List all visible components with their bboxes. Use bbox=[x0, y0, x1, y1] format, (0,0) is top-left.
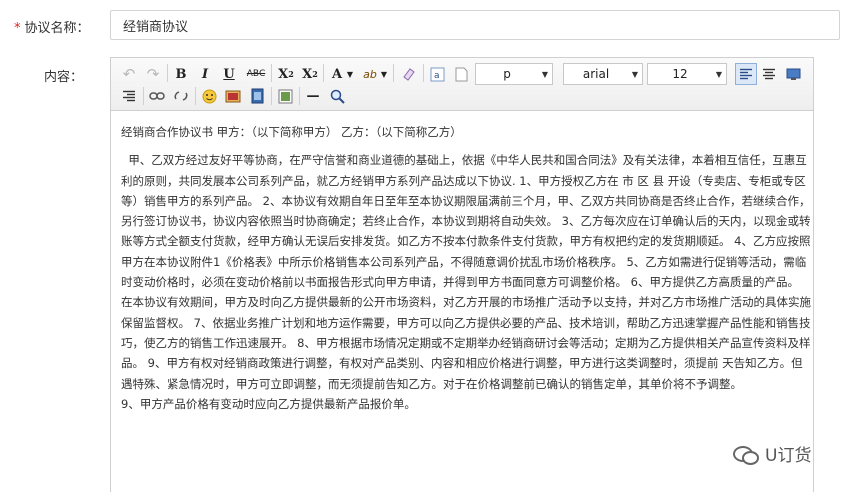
watermark: U订货 bbox=[733, 441, 811, 466]
protocol-name-row: * 协议名称： bbox=[0, 0, 856, 52]
undo-icon[interactable]: ↶ bbox=[119, 64, 139, 84]
toolbar-separator bbox=[423, 64, 424, 82]
font-size-value: 12 bbox=[672, 67, 688, 81]
paragraph-format-select[interactable]: p ▼ bbox=[475, 63, 553, 85]
agreement-body-paragraph: 甲、乙双方经过友好平等协商，在严守信誉和商业道德的基础上，依据《中华人民共和国合… bbox=[121, 153, 811, 391]
subscript-mark: 2 bbox=[312, 69, 318, 79]
editor-toolbar: ↶ ↷ B I U ABC X2 X2 A ▼ ab ▼ a p ▼ arial ▼… bbox=[111, 58, 813, 111]
superscript-button[interactable]: X2 bbox=[275, 64, 297, 84]
toolbar-separator bbox=[143, 87, 144, 105]
watermark-text: U订货 bbox=[765, 446, 812, 466]
search-replace-icon[interactable] bbox=[327, 86, 347, 106]
toolbar-separator bbox=[393, 64, 394, 82]
horizontal-rule-icon[interactable]: — bbox=[303, 86, 323, 106]
align-center-icon[interactable] bbox=[759, 64, 779, 84]
protocol-name-label-text: 协议名称： bbox=[24, 21, 90, 36]
redo-icon[interactable]: ↷ bbox=[143, 64, 163, 84]
fullscreen-icon[interactable] bbox=[783, 64, 803, 84]
font-size-select[interactable]: 12 ▼ bbox=[647, 63, 727, 85]
font-color-button[interactable]: A bbox=[329, 64, 345, 84]
required-mark: * bbox=[14, 21, 21, 36]
template-icon[interactable] bbox=[275, 86, 295, 106]
strikethrough-button[interactable]: ABC bbox=[243, 64, 269, 84]
superscript-base: X bbox=[278, 66, 289, 82]
chevron-down-icon: ▼ bbox=[631, 69, 639, 79]
protocol-name-label: * 协议名称： bbox=[14, 17, 90, 36]
subscript-button[interactable]: X2 bbox=[299, 64, 321, 84]
chevron-down-icon: ▼ bbox=[715, 69, 723, 79]
paragraph-format-value: p bbox=[503, 67, 511, 81]
link-icon[interactable] bbox=[147, 86, 167, 106]
font-family-select[interactable]: arial ▼ bbox=[563, 63, 643, 85]
editor-content-area[interactable]: 经销商合作协议书 甲方：（以下简称甲方） 乙方：（以下简称乙方） 甲、乙双方经过… bbox=[121, 122, 811, 414]
video-icon[interactable] bbox=[247, 86, 267, 106]
svg-text:a: a bbox=[434, 71, 440, 81]
content-label: 内容： bbox=[44, 70, 84, 85]
font-color-chevron-down-icon[interactable]: ▼ bbox=[345, 64, 355, 84]
highlight-chevron-down-icon[interactable]: ▼ bbox=[379, 64, 389, 84]
toolbar-separator bbox=[271, 64, 272, 82]
align-left-icon[interactable] bbox=[735, 63, 757, 85]
bold-button[interactable]: B bbox=[171, 64, 191, 84]
unlink-icon[interactable] bbox=[171, 86, 191, 106]
toolbar-separator bbox=[167, 64, 168, 82]
agreement-last-line: 9、甲方产品价格有变动时应向乙方提供最新产品报价单。 bbox=[121, 396, 416, 411]
paste-text-icon[interactable] bbox=[451, 64, 471, 84]
image-icon[interactable] bbox=[223, 86, 243, 106]
wechat-logo-icon bbox=[733, 444, 759, 465]
toolbar-separator bbox=[271, 87, 272, 105]
subscript-base: X bbox=[302, 66, 313, 82]
toolbar-separator bbox=[299, 87, 300, 105]
underline-button[interactable]: U bbox=[219, 64, 239, 84]
eraser-icon[interactable] bbox=[399, 64, 419, 84]
emoticon-icon[interactable] bbox=[199, 86, 219, 106]
align-right-icon[interactable] bbox=[119, 86, 139, 106]
highlight-button[interactable]: ab bbox=[361, 64, 379, 84]
italic-button[interactable]: I bbox=[195, 64, 215, 84]
chevron-down-icon: ▼ bbox=[541, 69, 549, 79]
toolbar-separator bbox=[195, 87, 196, 105]
protocol-name-input[interactable] bbox=[110, 10, 840, 40]
rich-text-editor: ↶ ↷ B I U ABC X2 X2 A ▼ ab ▼ a p ▼ arial ▼… bbox=[110, 57, 814, 492]
toolbar-separator bbox=[323, 64, 324, 82]
font-family-value: arial bbox=[582, 67, 610, 81]
superscript-mark: 2 bbox=[288, 69, 294, 79]
agreement-title-line: 经销商合作协议书 甲方：（以下简称甲方） 乙方：（以下简称乙方） bbox=[121, 125, 462, 139]
format-match-icon[interactable]: a bbox=[427, 64, 447, 84]
